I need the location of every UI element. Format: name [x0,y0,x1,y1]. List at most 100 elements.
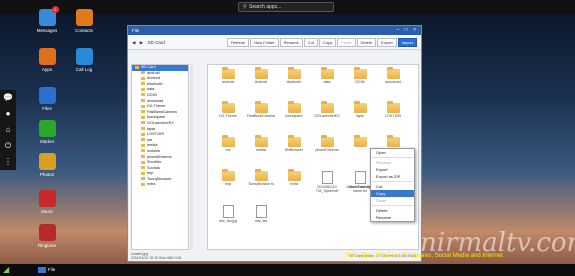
grid-item[interactable]: tmp [214,169,242,186]
context-menu-item[interactable]: Copy [371,190,414,197]
window-title: File [132,28,140,33]
tree-node-label: data [147,87,155,92]
folder-icon [141,76,145,80]
grid-item[interactable]: media [247,135,275,152]
tree-node-label: foursquare [147,115,166,120]
desktop-icon-call-log[interactable]: Call Log [70,48,98,72]
grid-item[interactable]: phoneDriveme [313,135,341,152]
folder-icon [287,169,301,181]
grid-item[interactable]: extra [280,169,308,186]
desktop-icon-market[interactable]: Market [33,120,61,144]
import-button[interactable]: Import [397,38,417,47]
grid-item[interactable]: mtv_fav.jpg [214,205,242,223]
folder-icon [141,166,145,170]
grid-item-label: me [225,148,231,152]
breadcrumb-item[interactable]: SD Card [147,40,164,45]
taskbar-file-item[interactable]: File [38,266,64,274]
back-icon[interactable]: ◀ [132,40,135,45]
context-menu-item[interactable]: Rename [371,159,414,166]
home-icon[interactable]: ⌂ [0,122,16,138]
context-menu-item[interactable]: Export [371,166,414,173]
copy-button[interactable]: Copy [318,38,337,47]
tree-node-label: GOLauncherEX [147,120,174,125]
menu-separator [371,205,414,206]
tree-node-label: tmp [147,171,154,176]
folder-icon [287,101,301,113]
tree-scrollbar[interactable] [190,64,193,250]
grid-item[interactable]: DX-Theme [214,101,242,118]
desktop-icon-label: Files [42,106,52,111]
user-icon[interactable]: ● [0,106,16,122]
window-controls[interactable]: – □ × [397,26,419,35]
cut-button[interactable]: Cut [303,38,318,47]
grid-item[interactable]: FastBurstCamera [247,101,275,118]
start-logo-icon[interactable]: ◢ [3,265,15,275]
grid-item[interactable]: TunnyBrowse rs [247,169,275,186]
desktop-icon-label: Messages [36,28,58,33]
context-menu-item[interactable]: Open [371,149,414,156]
grid-item[interactable]: GOLauncherEX [313,101,341,118]
folder-icon [141,71,145,75]
grid-item[interactable]: DCIM [346,67,374,84]
folder-icon [320,67,334,79]
desktop-icon-music[interactable]: Music [33,190,61,214]
tree-node-label: me [147,137,153,142]
context-menu-item[interactable]: Rename [371,214,414,221]
grid-item[interactable]: android [214,67,242,84]
grid-item[interactable] [346,135,374,148]
grid-item[interactable]: download [379,67,407,84]
desktop-icon-label: Contacts [75,28,93,33]
grid-item-label: phoneDriveme [315,148,339,152]
folder-icon [353,101,367,113]
export-button[interactable]: Export [377,38,397,47]
context-menu-item[interactable]: Cut [371,183,414,190]
watermark-tagline: Tech, Tips, Windows, Freewares, Social M… [345,253,503,259]
tree-node-label: SD Card [141,65,156,69]
context-menu-item[interactable]: Delete [371,207,414,214]
context-menu-item[interactable]: Paste [371,197,414,204]
delete-button[interactable]: Delete [356,38,377,47]
folder-icon [141,171,145,175]
desktop-icon-photos[interactable]: Photos [33,153,61,177]
grid-item[interactable]: me [214,135,242,152]
grid-item[interactable]: 2011082110 734_SpeechH [313,171,341,193]
desktop-icon-files[interactable]: Files [33,87,61,111]
tree-node[interactable]: extra [132,182,188,188]
grid-item-label: DX-Theme [219,114,237,118]
rename-button[interactable]: Rename [279,38,303,47]
grid-item[interactable]: bluetooth [280,67,308,84]
grid-item-label: LOST.DIR [384,114,402,118]
grid-item[interactable]: foursquare [280,101,308,118]
search-input[interactable]: ⚲ Search apps... [238,2,334,12]
tree-node-label: FastBurstCamera [147,109,177,114]
folder-icon [141,182,145,186]
more-icon[interactable]: ⋮ [0,154,16,170]
window-titlebar: File – □ × [128,26,421,35]
context-menu-item[interactable]: Export as ZIP [371,173,414,180]
paste-button[interactable]: Paste [337,38,356,47]
refresh-button[interactable]: Refresh [227,38,250,47]
folder-icon [141,93,145,97]
grid-item[interactable]: layar [346,101,374,118]
grid-item-label: android [222,80,234,84]
forward-icon[interactable]: ▶ [140,40,143,45]
grid-item[interactable]: mtv_fav [247,205,275,223]
grid-item[interactable]: LOST.DIR [379,101,407,118]
desktop-icon-ringtone[interactable]: Ringtone [33,224,61,248]
folder-icon [221,67,235,79]
grid-item[interactable]: MxBrowser [280,135,308,152]
grid-item[interactable]: data [313,67,341,84]
desktop-icon-apps[interactable]: Apps [33,48,61,72]
file-toolbar: ◀ ▶ SD Card Refresh New Folder Rename Cu… [128,35,421,50]
call-log-icon [75,48,93,65]
folder-icon [141,127,145,131]
power-icon[interactable]: ⏻ [0,138,16,154]
new-folder-button[interactable]: New Folder [250,38,279,47]
chat-icon[interactable]: 💬 [0,90,16,106]
desktop-icon-messages[interactable]: 1 Messages [33,6,61,33]
grid-item[interactable]: Android [247,67,275,84]
folder-icon [353,135,367,147]
folder-icon [320,135,334,147]
desktop-icon-contacts[interactable]: Contacts [70,9,98,33]
folder-icon [353,67,367,79]
